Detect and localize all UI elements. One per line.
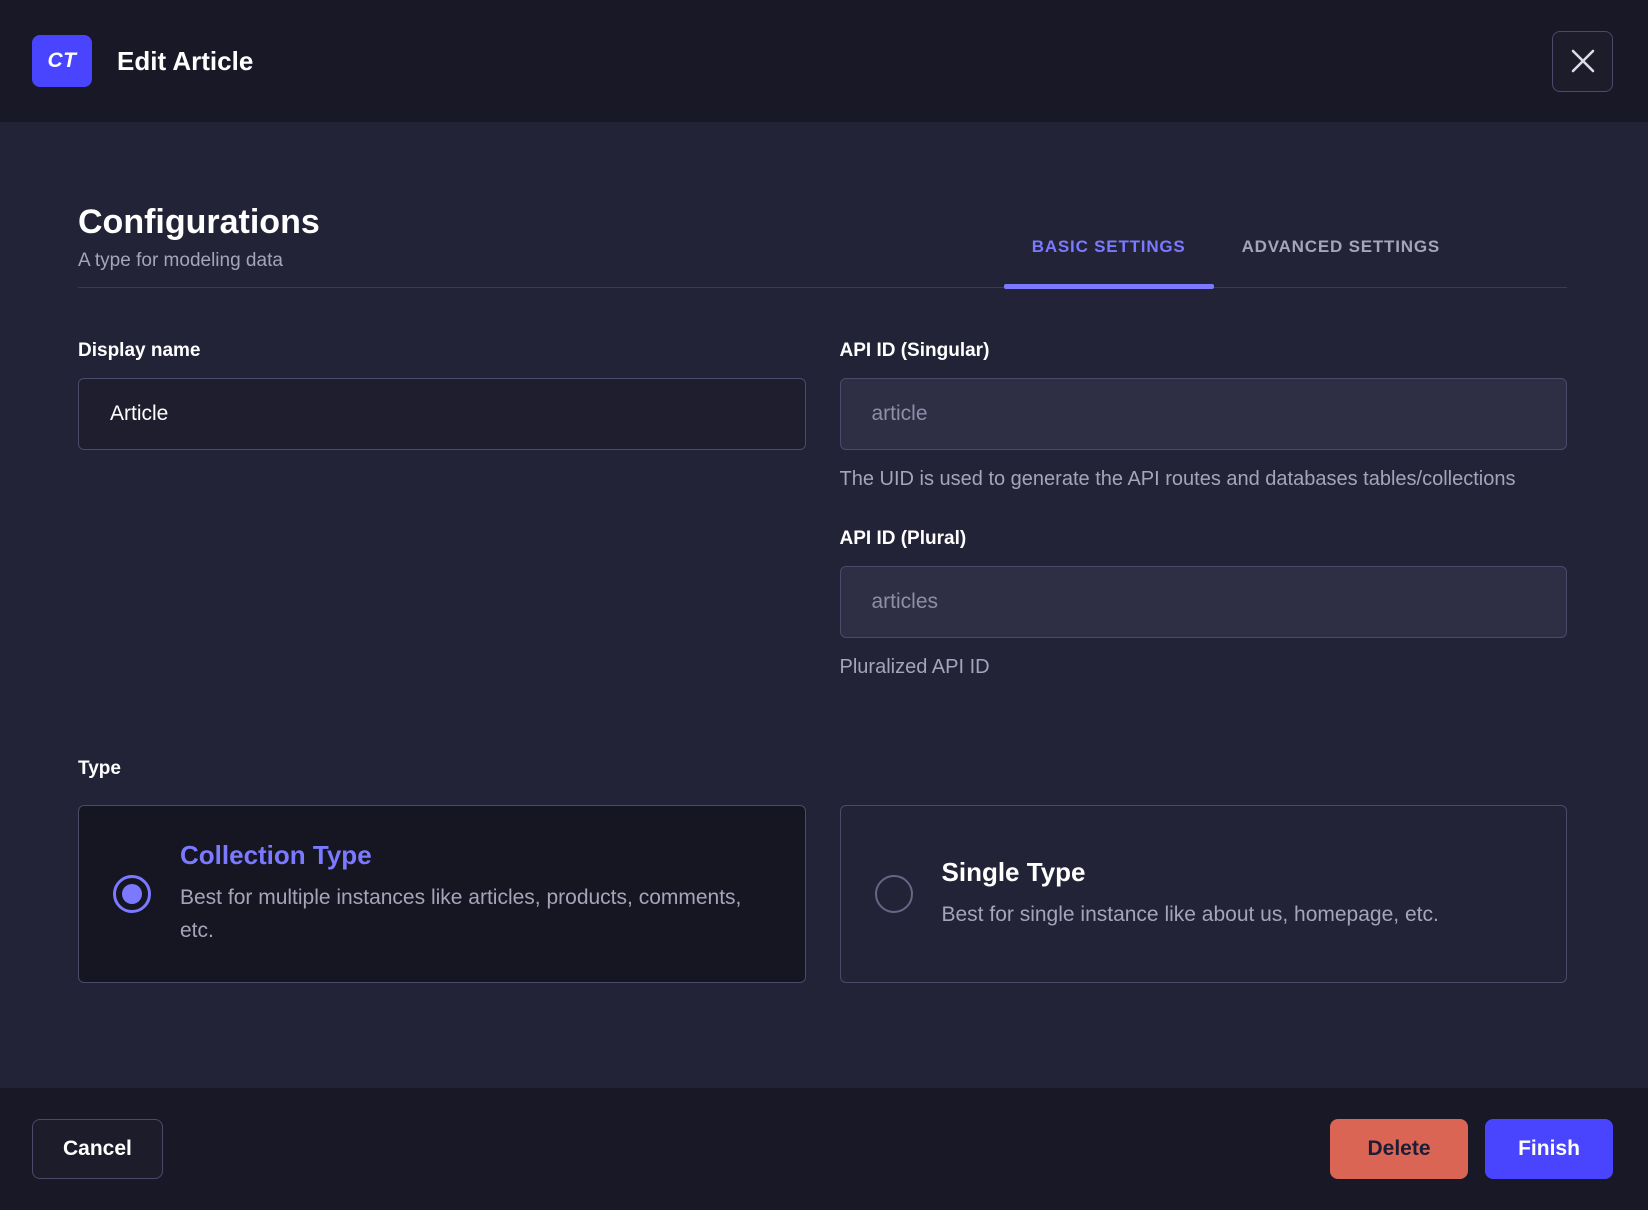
api-id-plural-field: API ID (Plural) Pluralized API ID [839,527,1567,682]
api-id-singular-input [839,377,1567,450]
page-subtitle: A type for modeling data [78,249,283,271]
section-head: Configurations A type for modeling data … [78,202,1567,289]
radio-unselected-icon[interactable] [874,874,913,913]
tab-basic-settings[interactable]: BASIC SETTINGS [1003,237,1214,289]
modal-title: Edit Article [117,45,254,76]
modal-body: Configurations A type for modeling data … [0,122,1648,1088]
close-button[interactable] [1552,30,1613,92]
type-label: Type [78,757,121,779]
settings-tabs: BASIC SETTINGS ADVANCED SETTINGS [1003,237,1468,289]
configuration-form: Display name API ID (Singular) The UID i… [78,340,1567,682]
api-id-plural-label: API ID (Plural) [839,527,967,549]
api-id-singular-helper: The UID is used to generate the API rout… [839,467,1516,490]
api-id-singular-label: API ID (Singular) [839,339,990,361]
type-section: Type Collection Type Best for multiple i… [78,758,1567,983]
single-type-text: Single Type Best for single instance lik… [942,857,1439,932]
cancel-button[interactable]: Cancel [32,1119,163,1179]
modal-header: CT Edit Article [0,0,1648,122]
single-type-title: Single Type [941,856,1086,887]
page-title: Configurations [78,203,320,241]
collection-type-card[interactable]: Collection Type Best for multiple instan… [78,804,806,983]
display-name-input[interactable] [78,377,806,450]
content-type-badge: CT [32,35,92,87]
api-id-singular-field: API ID (Singular) The UID is used to gen… [839,339,1567,494]
display-name-field: Display name [78,340,806,450]
collection-type-text: Collection Type Best for multiple instan… [180,840,750,947]
collection-type-description: Best for multiple instances like article… [180,886,742,942]
api-id-plural-helper: Pluralized API ID [839,655,990,678]
close-icon [1571,49,1594,73]
modal-footer: Cancel Delete Finish [0,1088,1648,1210]
radio-selected-icon[interactable] [113,874,151,913]
api-id-plural-input [839,565,1567,638]
type-options: Collection Type Best for multiple instan… [78,804,1567,983]
display-name-label: Display name [78,339,201,361]
collection-type-title: Collection Type [180,840,372,871]
tab-advanced-settings[interactable]: ADVANCED SETTINGS [1214,237,1468,287]
radio-dot [122,883,142,904]
section-head-text: Configurations A type for modeling data [78,202,320,287]
finish-button[interactable]: Finish [1485,1119,1613,1179]
single-type-description: Best for single instance like about us, … [941,902,1439,926]
footer-actions: Delete Finish [1330,1119,1613,1179]
single-type-card[interactable]: Single Type Best for single instance lik… [839,804,1567,983]
delete-button[interactable]: Delete [1330,1119,1468,1179]
content-type-badge-label: CT [47,49,77,72]
